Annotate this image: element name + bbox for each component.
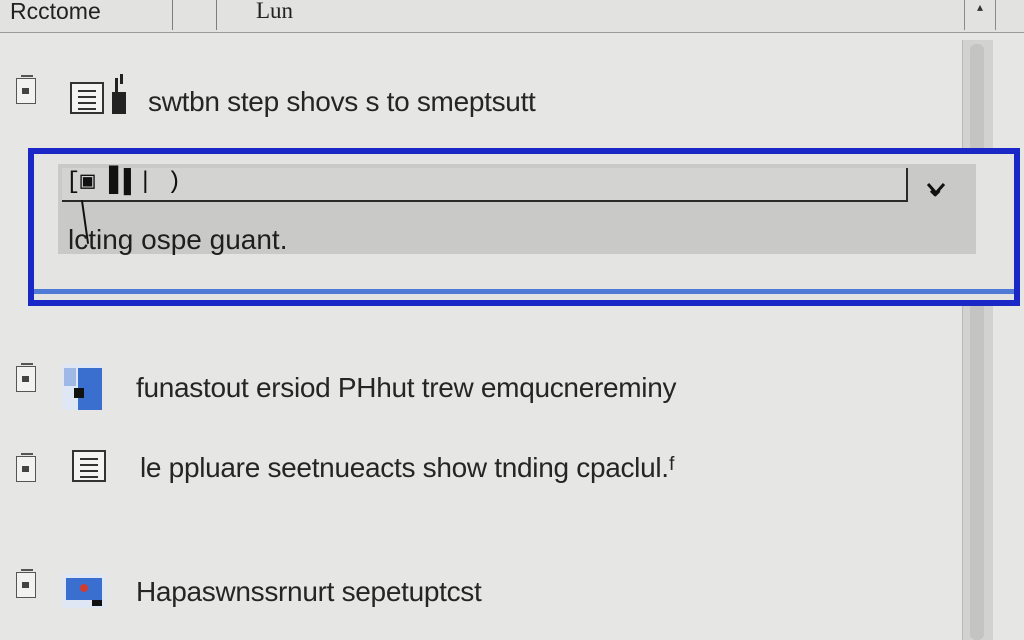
rename-input[interactable] [62, 168, 908, 202]
list-document-icon [70, 82, 104, 114]
list-item-label[interactable]: le ppluare seetnueacts show tnding cpacl… [140, 452, 675, 484]
list-item-label[interactable]: swtbn step shovs s to smeptsutt [148, 86, 536, 118]
column-divider[interactable] [216, 0, 217, 30]
document-icon [16, 75, 36, 104]
selected-item-label: lcting ospe guant. [68, 224, 288, 255]
chevron-up-icon: ▴ [976, 0, 984, 14]
scrollbar-thumb[interactable] [970, 44, 984, 640]
selection-underline [34, 289, 1014, 294]
column-header-name[interactable]: Rcctome [10, 0, 101, 25]
scroll-up-button[interactable]: ▴ [964, 0, 996, 30]
list-document-icon [72, 450, 106, 482]
list-item-label[interactable]: funastout ersiod PHhut trew emqucneremin… [136, 372, 677, 404]
column-divider[interactable] [172, 0, 173, 30]
list-item-label[interactable]: Hapaswnssrnurt sepetuptcst [136, 576, 482, 608]
column-header-list[interactable]: Lun [256, 0, 293, 24]
pin-icon [112, 74, 126, 114]
document-icon [16, 569, 36, 598]
document-icon [16, 363, 36, 392]
rename-input-value: [▣ ▋▌| ) [66, 169, 182, 196]
app-icon [62, 364, 102, 410]
header-bar [0, 0, 1024, 33]
app-icon [62, 574, 106, 608]
dropdown-arrow-icon[interactable] [924, 176, 948, 200]
document-icon [16, 453, 36, 482]
